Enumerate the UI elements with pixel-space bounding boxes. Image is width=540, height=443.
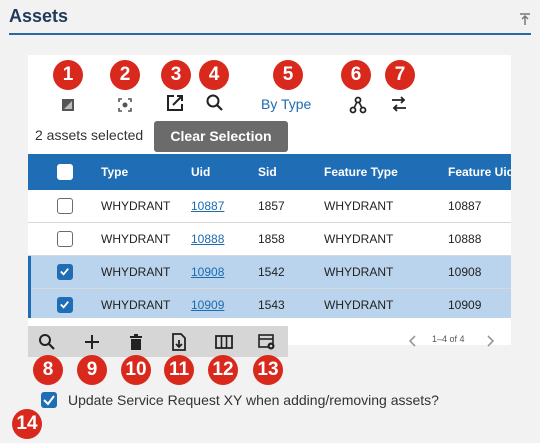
callout-badge-2: 2 [110, 60, 140, 90]
update-service-request-checkbox[interactable] [41, 392, 57, 408]
column-header-sid[interactable]: Sid [258, 154, 277, 190]
select-all-checkbox[interactable] [57, 164, 73, 180]
checkmark-icon [43, 395, 55, 406]
next-page-icon[interactable] [485, 335, 495, 347]
assets-table: Type Uid Sid Feature Type Feature Uid WH… [28, 154, 511, 318]
table-header: Type Uid Sid Feature Type Feature Uid [28, 154, 511, 190]
callout-badge-12: 12 [208, 355, 238, 385]
select-area-icon[interactable] [115, 95, 135, 115]
by-type-button[interactable]: By Type [261, 96, 311, 112]
cell-feature-type: WHYDRANT [324, 265, 394, 279]
cell-feature-uid: 10887 [448, 199, 482, 213]
callout-badge-5: 5 [273, 60, 303, 90]
header-underline [9, 33, 531, 35]
add-icon[interactable] [83, 333, 101, 351]
cell-sid: 1857 [258, 199, 285, 213]
zoom-to-selection-icon[interactable] [58, 95, 78, 115]
callout-badge-4: 4 [199, 60, 229, 90]
cell-uid-link[interactable]: 10909 [191, 289, 224, 318]
previous-page-icon[interactable] [408, 335, 418, 347]
grid-toolbar [28, 326, 288, 357]
pager-text: 1–4 of 4 [432, 334, 465, 344]
callout-badge-8: 8 [33, 355, 63, 385]
callout-badge-7: 7 [385, 60, 415, 90]
callout-badge-11: 11 [164, 355, 194, 385]
cell-type: WHYDRANT [101, 265, 171, 279]
column-header-feature-uid[interactable]: Feature Uid [448, 154, 511, 190]
table-row-selected[interactable]: WHYDRANT 10908 1542 WHYDRANT 10908 [28, 256, 511, 289]
callout-badge-6: 6 [341, 60, 371, 90]
cell-feature-uid: 10908 [448, 265, 482, 279]
row-checkbox[interactable] [57, 231, 73, 247]
column-header-feature-type[interactable]: Feature Type [324, 154, 398, 190]
cell-type: WHYDRANT [101, 232, 171, 246]
update-service-request-label[interactable]: Update Service Request XY when adding/re… [68, 392, 439, 408]
row-checkbox-checked[interactable] [57, 297, 73, 313]
search-icon[interactable] [205, 93, 225, 113]
cell-sid: 1543 [258, 298, 285, 312]
cell-uid-link[interactable]: 10887 [191, 190, 224, 223]
table-row[interactable]: WHYDRANT 10887 1857 WHYDRANT 10887 [28, 190, 511, 223]
selection-count: 2 assets selected [35, 127, 144, 143]
column-header-uid[interactable]: Uid [191, 154, 210, 190]
column-header-type[interactable]: Type [101, 154, 128, 190]
callout-badge-3: 3 [161, 60, 191, 90]
callout-badge-1: 1 [53, 60, 83, 90]
cell-feature-type: WHYDRANT [324, 232, 394, 246]
cell-feature-type: WHYDRANT [324, 199, 394, 213]
callout-badge-10: 10 [121, 355, 151, 385]
cell-type: WHYDRANT [101, 199, 171, 213]
selected-row-indicator [28, 256, 31, 289]
selected-row-indicator [28, 289, 31, 318]
assets-header: Assets [0, 0, 540, 38]
cell-feature-uid: 10888 [448, 232, 482, 246]
cell-feature-type: WHYDRANT [324, 298, 394, 312]
page-title: Assets [9, 6, 69, 26]
table-row[interactable]: WHYDRANT 10888 1858 WHYDRANT 10888 [28, 223, 511, 256]
callout-badge-14: 14 [12, 409, 42, 439]
checkmark-icon [60, 268, 69, 276]
table-row-selected[interactable]: WHYDRANT 10909 1543 WHYDRANT 10909 [28, 289, 511, 318]
delete-icon[interactable] [127, 333, 145, 351]
callout-badge-9: 9 [77, 355, 107, 385]
open-external-icon[interactable] [165, 93, 185, 113]
swap-icon[interactable] [389, 94, 409, 114]
cell-feature-uid: 10909 [448, 298, 482, 312]
export-icon[interactable] [170, 333, 188, 351]
search-icon[interactable] [38, 333, 56, 351]
checkmark-icon [60, 301, 69, 309]
cell-uid-link[interactable]: 10908 [191, 256, 224, 289]
cell-sid: 1542 [258, 265, 285, 279]
relationships-icon[interactable] [348, 95, 368, 115]
row-checkbox-checked[interactable] [57, 264, 73, 280]
collapse-to-top-icon[interactable] [518, 12, 532, 26]
cell-uid-link[interactable]: 10888 [191, 223, 224, 256]
columns-icon[interactable] [215, 333, 233, 351]
callout-badge-13: 13 [253, 355, 283, 385]
cell-sid: 1858 [258, 232, 285, 246]
table-settings-icon[interactable] [258, 333, 276, 351]
clear-selection-button[interactable]: Clear Selection [154, 121, 288, 152]
cell-type: WHYDRANT [101, 298, 171, 312]
row-checkbox[interactable] [57, 198, 73, 214]
